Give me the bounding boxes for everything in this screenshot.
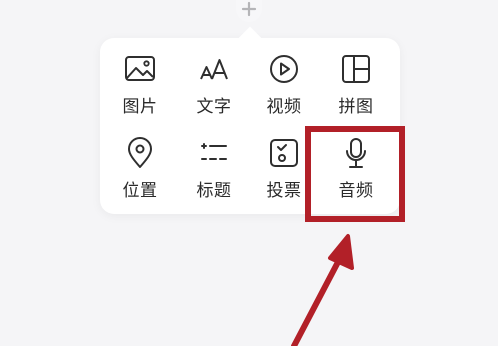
annotation-arrow (291, 234, 354, 346)
